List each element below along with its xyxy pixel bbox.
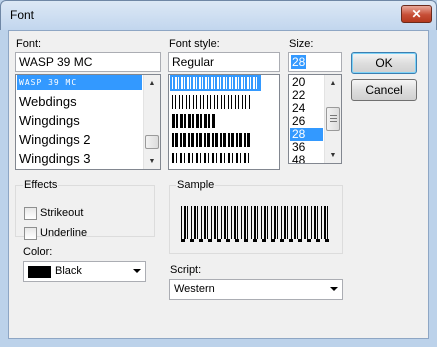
barcode-preview-icon <box>172 153 250 163</box>
size-list-item[interactable]: 22 <box>290 89 323 102</box>
font-style-list[interactable] <box>168 74 280 170</box>
scroll-up-icon[interactable]: ▲ <box>325 75 341 91</box>
size-field-value: 28 <box>291 55 307 69</box>
font-list-item[interactable]: Wingdings <box>17 112 142 130</box>
scroll-up-icon[interactable]: ▲ <box>144 75 160 91</box>
font-list-item[interactable]: Webdings <box>17 93 142 111</box>
font-list-item[interactable]: Wingdings 2 <box>17 131 142 149</box>
size-list-item[interactable]: 26 <box>290 115 323 128</box>
chevron-down-icon <box>133 269 141 273</box>
font-label: Font: <box>16 38 42 50</box>
close-button[interactable]: ✕ <box>401 5 432 23</box>
color-value: Black <box>55 265 82 277</box>
sample-barcode-preview <box>181 206 329 239</box>
style-list-item[interactable] <box>170 112 261 130</box>
barcode-preview-icon <box>172 95 252 109</box>
font-style-label: Font style: <box>169 38 220 50</box>
color-label: Color: <box>23 246 53 258</box>
scroll-thumb[interactable] <box>145 135 159 149</box>
size-list-item[interactable]: 20 <box>290 76 323 89</box>
title-bar[interactable]: Font ✕ <box>0 0 437 30</box>
size-list-item[interactable]: 24 <box>290 102 323 115</box>
window-title: Font <box>10 8 35 22</box>
barcode-preview-icon <box>172 77 257 89</box>
font-style-field[interactable]: Regular <box>168 52 280 72</box>
script-value: Western <box>174 283 215 295</box>
sample-barcode-text <box>181 239 329 242</box>
strikeout-label: Strikeout <box>40 207 84 219</box>
underline-checkbox[interactable] <box>24 227 37 240</box>
scroll-thumb[interactable] <box>326 107 340 131</box>
font-list-item-selected-label: WASP 39 MC <box>19 78 78 87</box>
scroll-down-icon[interactable]: ▼ <box>144 153 160 169</box>
effects-label: Effects <box>23 179 59 191</box>
script-label: Script: <box>170 264 202 276</box>
style-list-item[interactable] <box>170 150 261 168</box>
font-name-field[interactable]: WASP 39 MC <box>15 52 161 72</box>
scroll-down-icon[interactable]: ▼ <box>325 147 341 163</box>
color-dropdown[interactable]: Black <box>23 261 146 282</box>
size-list-item-selected[interactable]: 28 <box>290 128 323 141</box>
style-list-item-selected[interactable] <box>170 75 261 91</box>
style-list-item[interactable] <box>170 131 261 149</box>
sample-label: Sample <box>176 179 216 191</box>
font-list-item-selected[interactable]: WASP 39 MC <box>17 75 142 90</box>
size-list[interactable]: 20 22 24 26 28 36 48 ▲ ▼ <box>288 74 342 164</box>
font-list[interactable]: WASP 39 MC Webdings Wingdings Wingdings … <box>15 74 161 170</box>
font-list-scrollbar[interactable]: ▲ ▼ <box>143 75 160 169</box>
size-list-scrollbar[interactable]: ▲ ▼ <box>324 75 341 163</box>
size-list-item[interactable]: 48 <box>290 154 323 163</box>
size-list-item[interactable]: 36 <box>290 141 323 154</box>
cancel-button[interactable]: Cancel <box>351 79 417 101</box>
dialog-body: Font: WASP 39 MC WASP 39 MC Webdings Win… <box>8 30 429 339</box>
barcode-preview-icon <box>172 114 216 128</box>
color-swatch <box>28 266 51 278</box>
underline-label: Underline <box>40 227 88 239</box>
size-field[interactable]: 28 <box>288 52 342 72</box>
ok-button[interactable]: OK <box>351 52 417 74</box>
font-list-item[interactable]: Wingdings 3 <box>17 150 142 168</box>
style-list-item[interactable] <box>170 93 261 111</box>
strikeout-checkbox[interactable] <box>24 207 37 220</box>
script-dropdown[interactable]: Western <box>169 279 343 300</box>
barcode-preview-icon <box>172 133 252 147</box>
size-label: Size: <box>289 38 314 50</box>
close-icon: ✕ <box>411 7 422 21</box>
chevron-down-icon <box>330 287 338 291</box>
